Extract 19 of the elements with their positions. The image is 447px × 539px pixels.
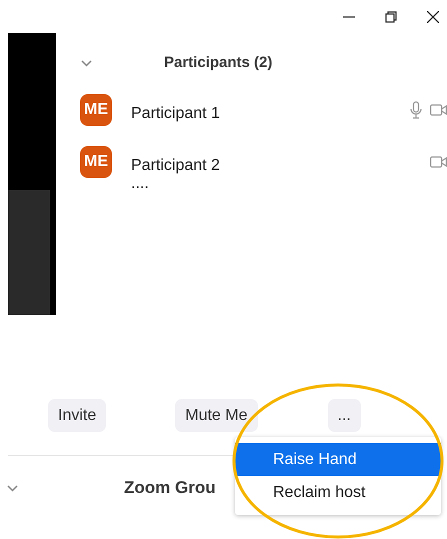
menu-item[interactable]: Reclaim host [235, 476, 441, 509]
video-camera-icon[interactable] [430, 104, 447, 116]
chevron-down-icon[interactable] [7, 484, 18, 492]
mute-button[interactable]: Mute Me [175, 399, 258, 432]
close-icon[interactable] [427, 10, 439, 22]
avatar: ME [80, 146, 112, 178]
microphone-icon[interactable] [410, 101, 422, 119]
menu-item[interactable]: Raise Hand [235, 443, 441, 476]
invite-button[interactable]: Invite [48, 399, 106, 432]
video-camera-icon[interactable] [430, 156, 447, 168]
ellipsis-text: .... [131, 179, 150, 189]
participant-name: Participant 1 [131, 104, 221, 124]
restore-icon[interactable] [385, 10, 397, 22]
more-button[interactable]: ... [328, 399, 361, 432]
panel-title: Participants (2) [164, 52, 272, 73]
chevron-down-icon[interactable] [81, 60, 92, 66]
avatar: ME [80, 94, 112, 126]
chat-title: Zoom Grou [124, 477, 216, 500]
participant-name: Participant 2 [131, 156, 221, 176]
